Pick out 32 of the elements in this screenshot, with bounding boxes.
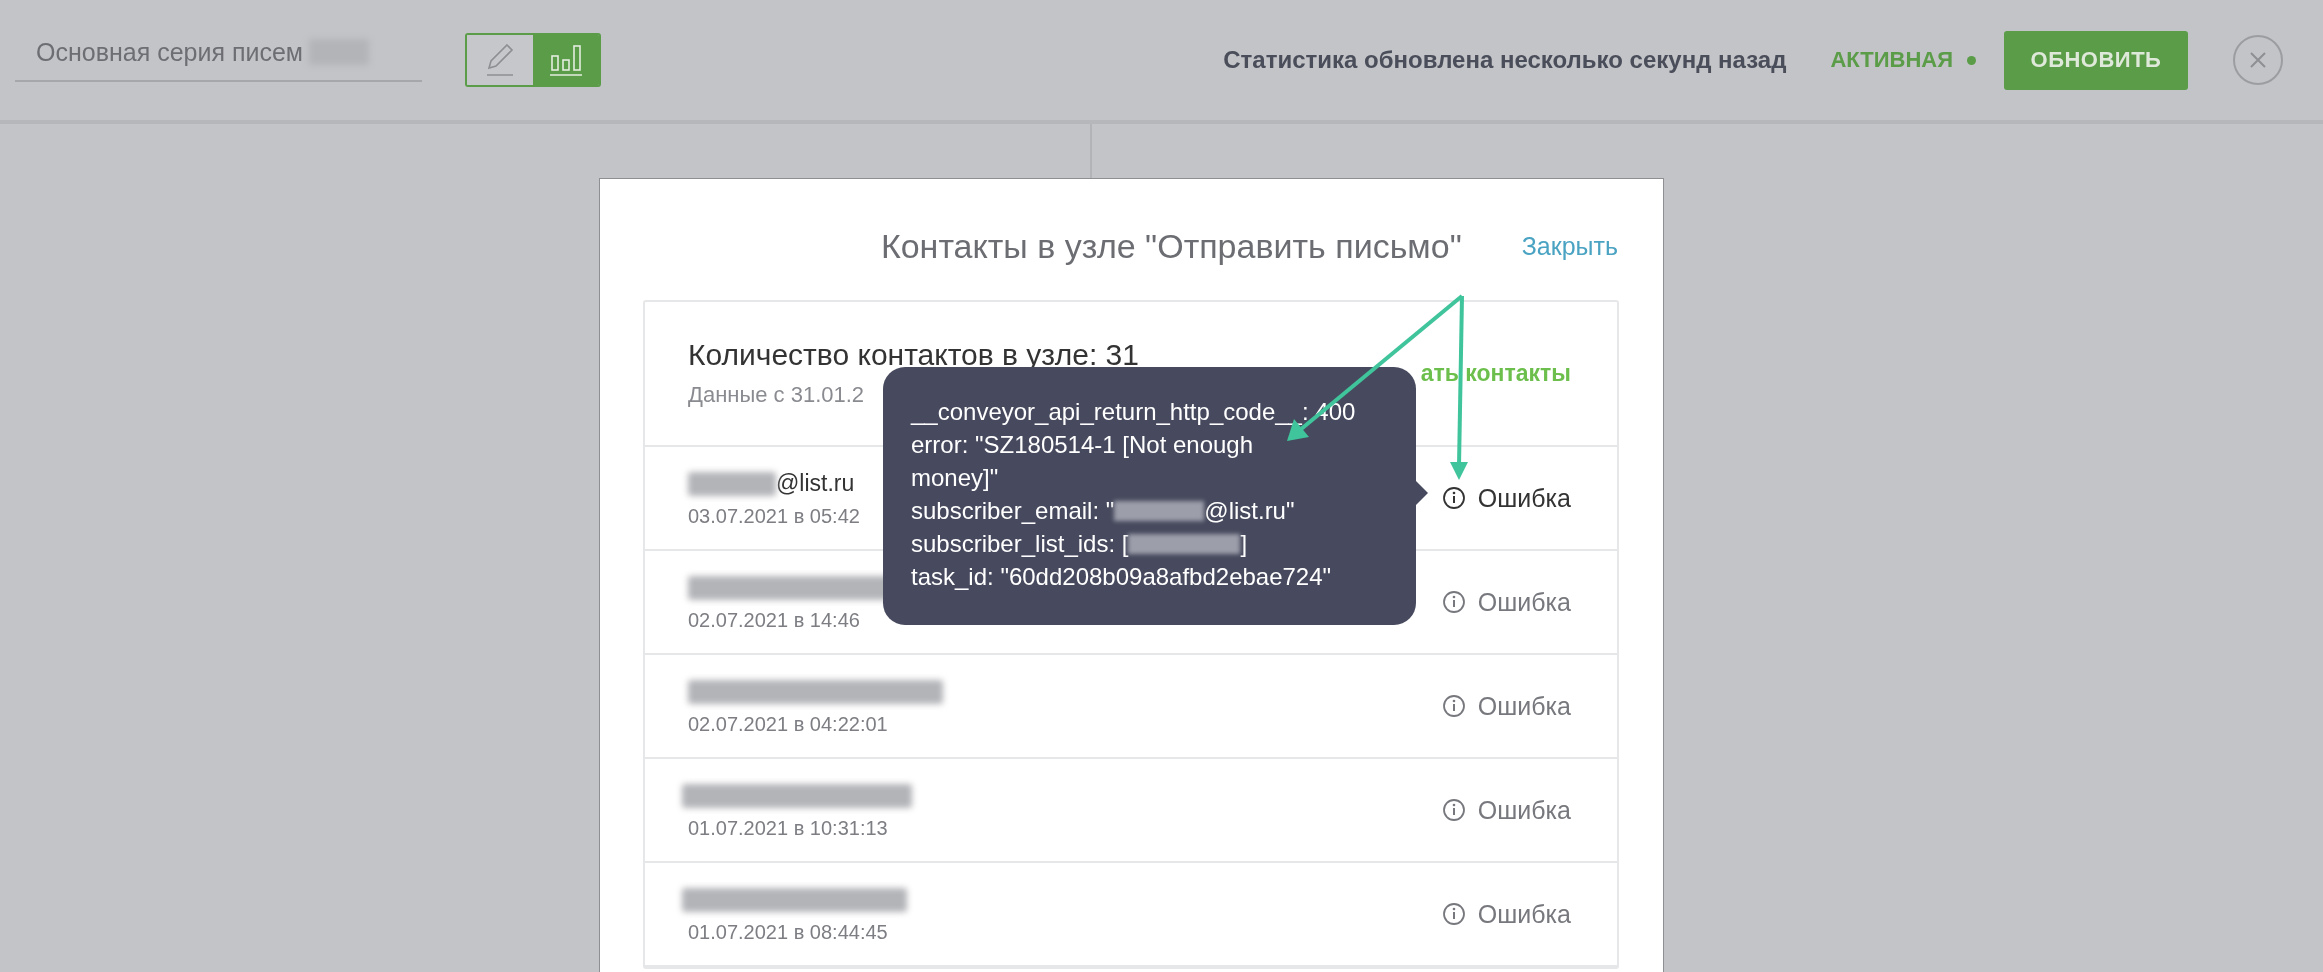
tooltip-text: ] <box>1240 529 1248 559</box>
series-name-field[interactable]: Основная серия писем <box>15 30 422 82</box>
contact-date: 02.07.2021 в 14:46 <box>688 608 861 632</box>
error-status: Ошибка <box>1477 587 1571 617</box>
close-icon <box>2249 51 2267 69</box>
refresh-button[interactable]: ОБНОВИТЬ <box>2004 30 2188 90</box>
tooltip-text: subscriber_list_ids: [ <box>911 529 1129 559</box>
error-status: Ошибка <box>1477 795 1571 825</box>
tooltip-text: money]" <box>911 463 999 493</box>
info-icon[interactable] <box>1441 486 1466 510</box>
view-toggle-button[interactable] <box>533 35 599 85</box>
data-since-text: Данные с 31.01.2 <box>688 382 866 408</box>
tooltip-text: error: "SZ180514-1 [Not enough <box>911 430 1254 460</box>
contact-count: Количество контактов в узле: 31 <box>688 338 1139 372</box>
tooltip-text: task_id: "60dd208b09a8afbd2ebae724" <box>911 562 1332 592</box>
status-label: АКТИВНАЯ <box>1830 47 1953 73</box>
bar-chart-icon <box>548 42 584 78</box>
contact-date: 01.07.2021 в 08:44:45 <box>688 920 889 944</box>
contact-date: 03.07.2021 в 05:42 <box>688 504 860 528</box>
close-link[interactable]: Закрыть <box>1521 231 1618 261</box>
stats-status-text: Статистика обновлена несколько секунд назад <box>1223 46 1787 74</box>
contact-date: 02.07.2021 в 04:22:01 <box>688 712 889 736</box>
contact-email: @list.ru <box>776 470 855 497</box>
download-contacts-link[interactable]: ать контакты <box>1420 360 1571 445</box>
contact-date: 01.07.2021 в 10:31:13 <box>688 816 889 840</box>
error-status: Ошибка <box>1477 691 1571 721</box>
tooltip-text: subscriber_email: " <box>911 496 1115 526</box>
modal-title: Контакты в узле "Отправить письмо" <box>880 226 1462 266</box>
error-status: Ошибка <box>1477 899 1571 929</box>
pencil-icon <box>485 42 515 78</box>
tooltip-text: @list.ru" <box>1204 496 1295 526</box>
error-status: Ошибка <box>1477 483 1571 513</box>
